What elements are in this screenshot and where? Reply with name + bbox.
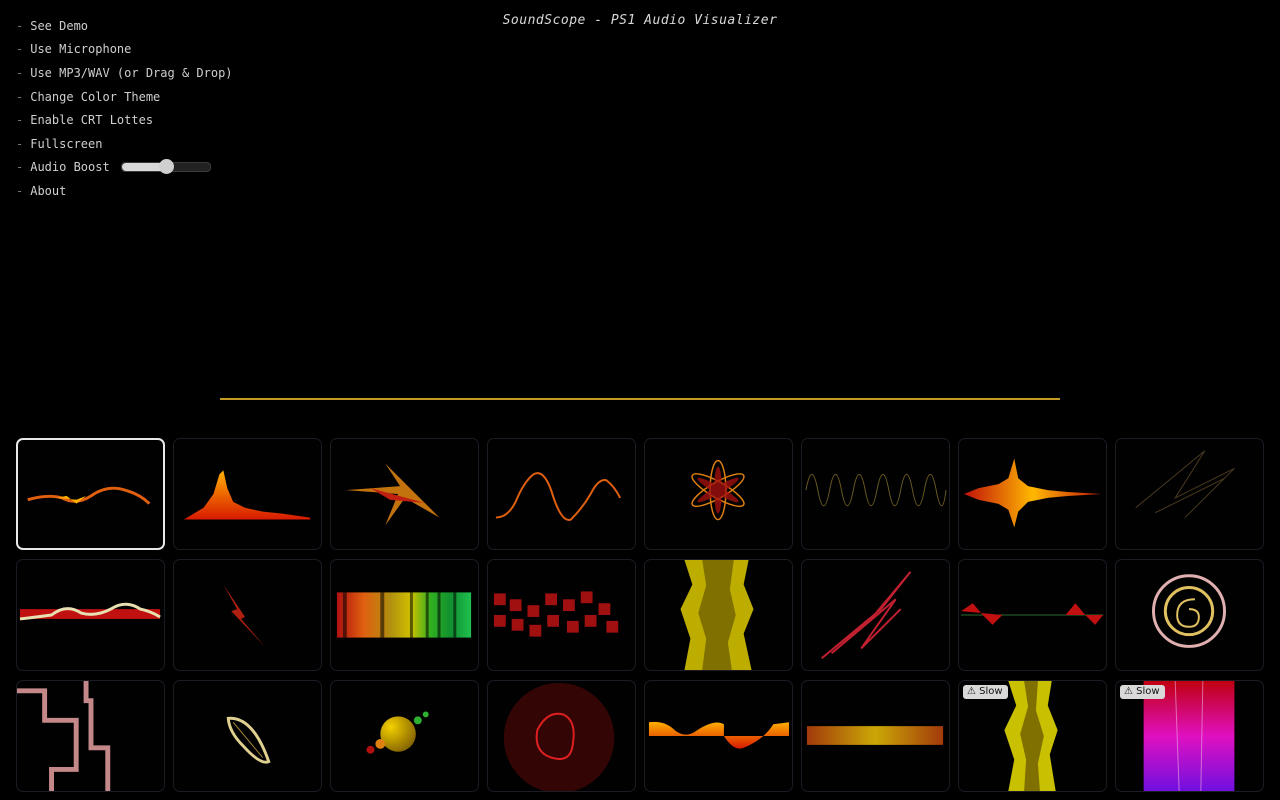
visualizer-tile[interactable]: [487, 680, 636, 792]
visualizer-preview: [503, 682, 615, 791]
visualizer-preview: [960, 603, 1104, 625]
menu-dash: -: [16, 42, 24, 57]
visualizer-tile[interactable]: [644, 438, 793, 550]
menu-label: Change Color Theme: [30, 89, 161, 104]
visualizer-tile[interactable]: [173, 438, 322, 550]
visualizer-tile[interactable]: [1115, 438, 1264, 550]
visualizer-tile[interactable]: [487, 438, 636, 550]
slow-badge: ⚠ Slow: [963, 685, 1008, 699]
visualizer-preview: [493, 591, 619, 637]
visualizer-tile[interactable]: [801, 559, 950, 671]
visualizer-tile[interactable]: [330, 438, 479, 550]
menu-dash: -: [16, 136, 24, 151]
visualizer-grid: ⚠ Slow ⚠ Slow: [16, 438, 1264, 792]
menu-dash: -: [16, 65, 24, 80]
menu-fullscreen[interactable]: - Fullscreen: [16, 132, 233, 156]
visualizer-tile[interactable]: [644, 559, 793, 671]
visualizer-tile[interactable]: [330, 680, 479, 792]
menu-see-demo[interactable]: - See Demo: [16, 14, 233, 38]
visualizer-preview: [366, 711, 429, 754]
visualizer-preview: [19, 602, 161, 621]
menu-change-color-theme[interactable]: - Change Color Theme: [16, 85, 233, 109]
visualizer-tile[interactable]: [173, 680, 322, 792]
visualizer-preview: [680, 560, 754, 670]
menu-audio-boost: - Audio Boost: [16, 156, 233, 180]
visualizer-preview: [17, 681, 111, 791]
menu-label: Audio Boost: [30, 160, 110, 175]
main-menu: - See Demo - Use Microphone - Use MP3/WA…: [16, 14, 233, 203]
visualizer-tile[interactable]: [801, 438, 950, 550]
menu-label: Fullscreen: [30, 136, 103, 151]
visualizer-preview: [691, 459, 745, 521]
slow-badge-label: Slow: [1136, 686, 1160, 697]
visualizer-tile[interactable]: ⚠ Slow: [1115, 680, 1264, 792]
menu-label: Enable CRT Lottes: [30, 113, 154, 128]
visualizer-preview: [345, 463, 440, 526]
visualizer-preview: [1152, 574, 1227, 648]
visualizer-tile[interactable]: [16, 559, 165, 671]
visualizer-preview: [183, 470, 311, 520]
visualizer-preview: [806, 726, 944, 745]
menu-label: Use MP3/WAV (or Drag & Drop): [30, 65, 233, 80]
menu-dash: -: [16, 183, 24, 198]
visualizer-preview: [963, 458, 1103, 528]
visualizer-preview: [27, 486, 151, 505]
menu-label: See Demo: [30, 18, 89, 33]
visualizer-tile[interactable]: [1115, 559, 1264, 671]
menu-dash: -: [16, 160, 24, 175]
visualizer-preview: [226, 716, 271, 764]
slow-badge-label: Slow: [979, 686, 1003, 697]
visualizer-tile[interactable]: [173, 559, 322, 671]
visualizer-tile[interactable]: [16, 438, 165, 550]
menu-about[interactable]: - About: [16, 179, 233, 203]
audio-boost-slider[interactable]: [120, 159, 211, 175]
menu-enable-crt[interactable]: - Enable CRT Lottes: [16, 108, 233, 132]
warning-icon: ⚠: [967, 686, 980, 697]
menu-dash: -: [16, 113, 24, 128]
visualizer-preview: [223, 584, 265, 647]
visualizer-preview: [648, 721, 790, 749]
visualizer-tile[interactable]: [487, 559, 636, 671]
visualizer-tile[interactable]: [644, 680, 793, 792]
visualizer-tile[interactable]: ⚠ Slow: [958, 680, 1107, 792]
menu-label: Use Microphone: [30, 42, 132, 57]
visualizer-tile[interactable]: [801, 680, 950, 792]
menu-label: About: [30, 183, 67, 198]
visualizer-tile[interactable]: [958, 438, 1107, 550]
visualizer-tile[interactable]: [330, 559, 479, 671]
warning-icon: ⚠: [1124, 686, 1137, 697]
menu-use-audio-file[interactable]: - Use MP3/WAV (or Drag & Drop): [16, 61, 233, 85]
visualizer-preview: [805, 473, 947, 507]
visualizer-preview: [1135, 450, 1235, 518]
visualizer-preview: [495, 472, 622, 521]
visualizer-tile[interactable]: [958, 559, 1107, 671]
app-root: SoundScope - PS1 Audio Visualizer - See …: [0, 0, 1280, 800]
visualizer-tile[interactable]: [16, 680, 165, 792]
main-waveform-line: [220, 398, 1060, 400]
audio-boost-slider-thumb[interactable]: [158, 159, 174, 175]
menu-dash: -: [16, 18, 24, 33]
visualizer-preview: [821, 571, 912, 659]
menu-use-microphone[interactable]: - Use Microphone: [16, 38, 233, 62]
menu-dash: -: [16, 89, 24, 104]
visualizer-preview: [336, 592, 472, 638]
slow-badge: ⚠ Slow: [1120, 685, 1165, 699]
